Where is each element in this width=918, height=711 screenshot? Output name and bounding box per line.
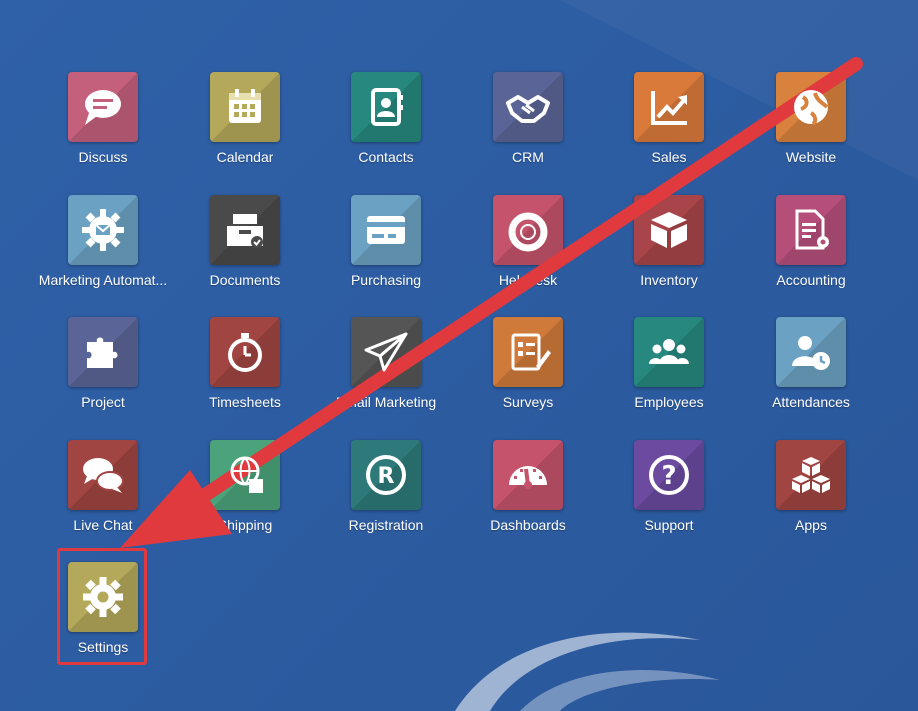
app-tile[interactable] (634, 317, 704, 387)
app-tile[interactable] (68, 195, 138, 265)
credit-card-icon (362, 206, 410, 254)
gear-icon (79, 573, 127, 621)
app-tile[interactable] (776, 440, 846, 510)
app-helpdesk[interactable]: Helpdesk (457, 195, 599, 305)
app-tile[interactable] (351, 195, 421, 265)
app-employees[interactable]: Employees (598, 317, 740, 427)
app-dashboards[interactable]: Dashboards (457, 440, 599, 550)
app-tile[interactable] (493, 195, 563, 265)
app-apps[interactable]: Apps (740, 440, 882, 550)
app-shipping[interactable]: Shipping (174, 440, 316, 550)
svg-text:R: R (378, 464, 395, 489)
app-tile[interactable] (493, 317, 563, 387)
app-tile[interactable] (68, 317, 138, 387)
app-label: Attendances (772, 394, 850, 410)
app-label: Surveys (502, 394, 554, 410)
app-label: Purchasing (350, 272, 422, 288)
app-label: Employees (634, 394, 704, 410)
registered-icon: R (362, 451, 410, 499)
app-purchasing[interactable]: Purchasing (315, 195, 457, 305)
app-label: Apps (795, 517, 827, 533)
app-support[interactable]: ? Support (598, 440, 740, 550)
app-attendances[interactable]: Attendances (740, 317, 882, 427)
app-label: Dashboards (490, 517, 566, 533)
app-contacts[interactable]: Contacts (315, 72, 457, 182)
gauge-icon (504, 451, 552, 499)
app-inventory[interactable]: Inventory (598, 195, 740, 305)
app-label: Contacts (358, 149, 414, 165)
app-website[interactable]: Website (740, 72, 882, 182)
users-icon (645, 328, 693, 376)
app-tile[interactable] (776, 195, 846, 265)
app-email-marketing[interactable]: Email Marketing (315, 317, 457, 427)
app-live-chat[interactable]: Live Chat (32, 440, 174, 550)
app-label: Discuss (78, 149, 128, 165)
app-label: Calendar (216, 149, 274, 165)
app-registration[interactable]: R Registration (315, 440, 457, 550)
chat-bubble-icon (79, 83, 127, 131)
calendar-icon (221, 83, 269, 131)
app-marketing-automat[interactable]: Marketing Automat... (32, 195, 174, 305)
app-tile[interactable] (351, 317, 421, 387)
app-label: Marketing Automat... (38, 272, 168, 288)
box-icon (645, 206, 693, 254)
document-gear-icon (787, 206, 835, 254)
chat-bubbles-icon (79, 451, 127, 499)
app-crm[interactable]: CRM (457, 72, 599, 182)
app-tile[interactable]: R (351, 440, 421, 510)
gear-mail-icon (79, 206, 127, 254)
app-tile[interactable] (210, 195, 280, 265)
app-tile[interactable] (68, 440, 138, 510)
app-tile[interactable] (493, 440, 563, 510)
app-label: Timesheets (209, 394, 281, 410)
app-label: Sales (651, 149, 687, 165)
stopwatch-icon (221, 328, 269, 376)
app-tile[interactable] (776, 317, 846, 387)
app-tile[interactable]: ? (634, 440, 704, 510)
app-tile[interactable] (634, 195, 704, 265)
checklist-icon (504, 328, 552, 376)
address-book-icon (362, 83, 410, 131)
app-label: CRM (512, 149, 544, 165)
chart-line-icon (645, 83, 693, 131)
app-label: Support (644, 517, 694, 533)
app-label: Registration (348, 517, 424, 533)
app-calendar[interactable]: Calendar (174, 72, 316, 182)
app-label: Email Marketing (335, 394, 437, 410)
app-accounting[interactable]: Accounting (740, 195, 882, 305)
app-tile[interactable] (210, 317, 280, 387)
globe-box-icon (221, 451, 269, 499)
app-label: Inventory (640, 272, 698, 288)
app-timesheets[interactable]: Timesheets (174, 317, 316, 427)
app-tile[interactable] (68, 72, 138, 142)
inbox-tray-icon (221, 206, 269, 254)
app-label: Live Chat (73, 517, 133, 533)
app-label: Shipping (217, 517, 273, 533)
paper-plane-icon (362, 328, 410, 376)
app-label: Accounting (776, 272, 846, 288)
svg-text:?: ? (661, 461, 676, 491)
app-tile[interactable] (776, 72, 846, 142)
app-tile[interactable] (210, 72, 280, 142)
cubes-icon (787, 451, 835, 499)
app-discuss[interactable]: Discuss (32, 72, 174, 182)
app-label: Project (81, 394, 125, 410)
puzzle-icon (79, 328, 127, 376)
globe-icon (787, 83, 835, 131)
app-label: Helpdesk (498, 272, 558, 288)
app-tile[interactable] (493, 72, 563, 142)
question-icon: ? (645, 451, 693, 499)
app-tile[interactable] (634, 72, 704, 142)
app-tile[interactable] (210, 440, 280, 510)
app-surveys[interactable]: Surveys (457, 317, 599, 427)
app-tile[interactable] (351, 72, 421, 142)
app-project[interactable]: Project (32, 317, 174, 427)
life-ring-icon (504, 206, 552, 254)
app-sales[interactable]: Sales (598, 72, 740, 182)
app-documents[interactable]: Documents (174, 195, 316, 305)
app-label: Documents (209, 272, 281, 288)
app-label: Website (785, 149, 837, 165)
user-clock-icon (787, 328, 835, 376)
handshake-icon (504, 83, 552, 131)
